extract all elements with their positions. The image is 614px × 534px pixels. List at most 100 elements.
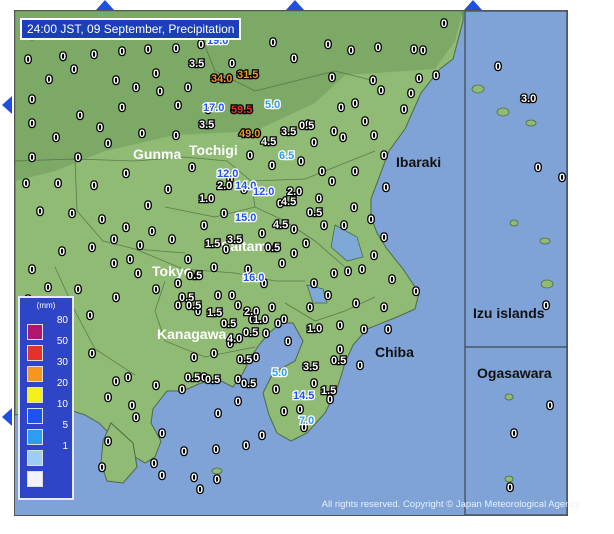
station-zero[interactable]: 0 [196, 483, 205, 498]
station-reading[interactable]: 2.0 [216, 179, 234, 194]
station-reading[interactable]: 0.5 [242, 326, 260, 341]
station-reading[interactable]: 3.5 [198, 118, 216, 133]
station-zero[interactable]: 0 [388, 273, 397, 288]
station-reading[interactable]: 17.0 [202, 101, 226, 116]
station-reading[interactable]: 1.5 [204, 237, 222, 252]
station-zero[interactable]: 0 [330, 125, 339, 140]
station-zero[interactable]: 0 [380, 231, 389, 246]
station-zero[interactable]: 0 [340, 219, 349, 234]
station-zero[interactable]: 0 [184, 81, 193, 96]
station-reading[interactable]: 16.0 [242, 271, 266, 286]
station-reading[interactable]: 1.0 [306, 322, 324, 337]
station-reading[interactable]: 4.5 [280, 195, 298, 210]
station-zero[interactable]: 0 [214, 407, 223, 422]
station-zero[interactable]: 0 [59, 50, 68, 65]
station-zero[interactable]: 0 [124, 371, 133, 386]
station-zero[interactable]: 0 [328, 71, 337, 86]
station-reading[interactable]: 3.5 [280, 125, 298, 140]
station-reading[interactable]: 0.5 [220, 317, 238, 332]
station-zero[interactable]: 0 [88, 241, 97, 256]
station-zero[interactable]: 0 [377, 84, 386, 99]
station-zero[interactable]: 0 [280, 313, 289, 328]
station-zero[interactable]: 0 [384, 323, 393, 338]
station-zero[interactable]: 0 [158, 469, 167, 484]
station-zero[interactable]: 0 [152, 379, 161, 394]
station-zero[interactable]: 0 [172, 42, 181, 57]
station-zero[interactable]: 0 [318, 165, 327, 180]
station-zero[interactable]: 0 [110, 257, 119, 272]
station-zero[interactable]: 0 [344, 265, 353, 280]
station-zero[interactable]: 0 [356, 359, 365, 374]
station-zero[interactable]: 0 [280, 405, 289, 420]
station-reading[interactable]: 12.0 [252, 185, 276, 200]
station-zero[interactable]: 0 [98, 213, 107, 228]
station-zero[interactable]: 0 [252, 351, 261, 366]
station-zero[interactable]: 0 [324, 289, 333, 304]
station-reading[interactable]: 1.0 [252, 313, 270, 328]
station-zero[interactable]: 0 [180, 445, 189, 460]
station-reading[interactable]: 4.5 [260, 135, 278, 150]
precipitation-map[interactable]: Gunma Tochigi Ibaraki Saitama Tokyo Kanagawa C… [14, 10, 568, 516]
station-reading[interactable]: 4.0 [226, 332, 244, 347]
station-zero[interactable]: 0 [310, 136, 319, 151]
station-zero[interactable]: 0 [22, 177, 31, 192]
station-zero[interactable]: 0 [242, 439, 251, 454]
station-zero[interactable]: 0 [228, 57, 237, 72]
station-zero[interactable]: 0 [268, 159, 277, 174]
station-zero[interactable]: 0 [234, 395, 243, 410]
station-zero[interactable]: 0 [213, 473, 222, 488]
station-zero[interactable]: 0 [412, 285, 421, 300]
station-zero[interactable]: 0 [36, 205, 45, 220]
station-zero[interactable]: 0 [310, 277, 319, 292]
station-zero[interactable]: 0 [126, 253, 135, 268]
station-zero[interactable]: 0 [306, 301, 315, 316]
station-zero[interactable]: 0 [258, 429, 267, 444]
station-reading[interactable]: 0.5 [306, 206, 324, 221]
station-zero[interactable]: 0 [210, 261, 219, 276]
station-reading[interactable]: 0.5 [204, 373, 222, 388]
station-reading[interactable]: 12.0 [216, 167, 240, 182]
station-reading[interactable]: 49.0 [238, 127, 262, 142]
station-zero[interactable]: 0 [104, 391, 113, 406]
station-zero[interactable]: 0 [302, 237, 311, 252]
station-zero[interactable]: 0 [86, 309, 95, 324]
station-zero[interactable]: 0 [339, 131, 348, 146]
station-zero[interactable]: 0 [370, 249, 379, 264]
station-zero[interactable]: 0 [278, 257, 287, 272]
station-reading[interactable]: 31.5 [236, 68, 260, 83]
station-zero[interactable]: 0 [152, 67, 161, 82]
station-reading[interactable]: 5.0 [271, 366, 289, 381]
station-reading[interactable]: 3.5 [302, 360, 320, 375]
station-zero[interactable]: 0 [144, 199, 153, 214]
station-zero[interactable]: 0 [382, 181, 391, 196]
station-zero[interactable]: 0 [90, 179, 99, 194]
station-zero[interactable]: 0 [350, 201, 359, 216]
station-zero[interactable]: 0 [112, 375, 121, 390]
station-zero[interactable]: 0 [284, 335, 293, 350]
station-zero[interactable]: 0 [70, 63, 79, 78]
station-zero[interactable]: 0 [369, 74, 378, 89]
station-zero[interactable]: 0 [440, 17, 449, 32]
station-zero[interactable]: 0 [374, 41, 383, 56]
station-zero[interactable]: 0 [380, 301, 389, 316]
station-zero[interactable]: 0 [150, 457, 159, 472]
station-reading[interactable]: 1.0 [198, 192, 216, 207]
station-zero[interactable]: 0 [419, 44, 428, 59]
station-zero[interactable]: 0 [190, 351, 199, 366]
station-zero[interactable]: 0 [74, 283, 83, 298]
station-zero[interactable]: 0 [542, 299, 551, 314]
station-zero[interactable]: 0 [320, 219, 329, 234]
station-zero[interactable]: 0 [104, 137, 113, 152]
station-reading[interactable]: 5.0 [264, 98, 282, 113]
station-zero[interactable]: 0 [74, 151, 83, 166]
station-zero[interactable]: 0 [28, 117, 37, 132]
station-zero[interactable]: 0 [380, 149, 389, 164]
station-zero[interactable]: 0 [290, 247, 299, 262]
station-reading[interactable]: 0.5 [264, 241, 282, 256]
station-zero[interactable]: 0 [361, 115, 370, 130]
station-zero[interactable]: 0 [112, 74, 121, 89]
station-zero[interactable]: 0 [324, 38, 333, 53]
station-zero[interactable]: 0 [184, 253, 193, 268]
station-zero[interactable]: 0 [188, 161, 197, 176]
station-zero[interactable]: 0 [158, 427, 167, 442]
